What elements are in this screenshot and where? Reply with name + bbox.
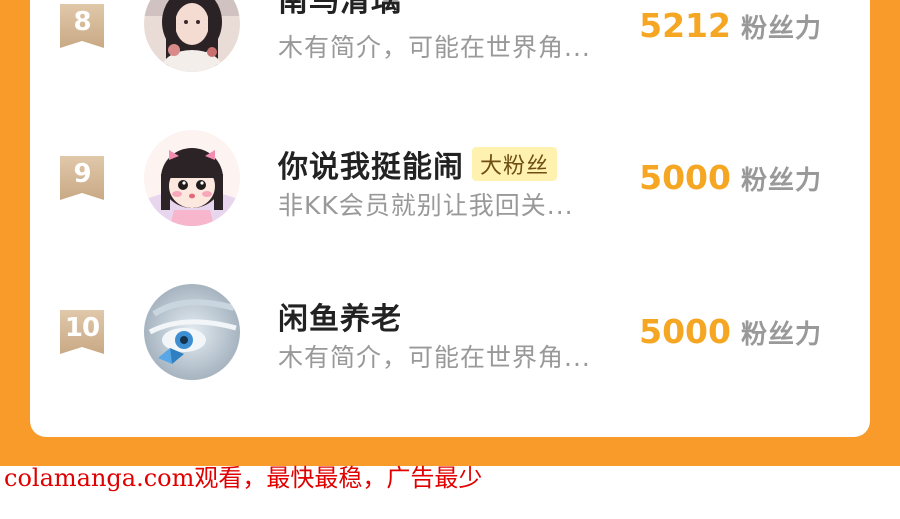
user-bio: 非KK会员就别让我回关... bbox=[278, 191, 574, 220]
rank-number: 10 bbox=[64, 313, 100, 343]
score-number: 5212 bbox=[639, 6, 731, 45]
rank-number: 8 bbox=[73, 7, 91, 37]
big-fan-badge: 大粉丝 bbox=[472, 147, 558, 181]
user-name[interactable]: 你说我挺能闹 大粉丝 bbox=[278, 142, 558, 186]
user-bio: 木有简介，可能在世界角... bbox=[278, 33, 591, 62]
ranking-row[interactable]: 8 南鸟清璃 木有简介，可能在世界角... 5212 粉丝力 bbox=[30, 0, 870, 86]
avatar[interactable] bbox=[144, 130, 240, 226]
fan-score: 5000 粉丝力 bbox=[639, 158, 822, 197]
score-unit: 粉丝力 bbox=[740, 14, 822, 44]
rank-number: 9 bbox=[73, 159, 91, 189]
score-unit: 粉丝力 bbox=[740, 166, 822, 196]
avatar-blue-eye-icon bbox=[144, 284, 240, 380]
fan-score: 5000 粉丝力 bbox=[639, 312, 822, 351]
ranking-row[interactable]: 9 你说我挺能闹 大粉丝 非KK会员就别让我回关... 5000 粉丝力 bbox=[30, 118, 870, 238]
user-name[interactable]: 闲鱼养老 bbox=[278, 294, 402, 338]
score-unit: 粉丝力 bbox=[740, 320, 822, 350]
rank-flag: 10 bbox=[60, 310, 104, 354]
rank-flag: 8 bbox=[60, 4, 104, 48]
fan-ranking-card: 8 南鸟清璃 木有简介，可能在世界角... 5212 粉丝力 9 你说我挺能闹 … bbox=[30, 0, 870, 437]
fan-score: 5212 粉丝力 bbox=[639, 6, 822, 45]
user-name[interactable]: 南鸟清璃 bbox=[278, 0, 402, 20]
score-number: 5000 bbox=[639, 312, 731, 351]
ranking-row[interactable]: 10 闲鱼养老 木有简介，可能在世界角... 5000 粉丝力 bbox=[30, 272, 870, 392]
avatar-girl-dark-hair-icon bbox=[144, 0, 240, 72]
avatar-cartoon-girl-icon bbox=[144, 130, 240, 226]
avatar[interactable] bbox=[144, 284, 240, 380]
watermark-text: colamanga.com观看，最快最稳，广告最少 bbox=[4, 464, 483, 492]
user-bio: 木有简介，可能在世界角... bbox=[278, 343, 591, 372]
rank-flag: 9 bbox=[60, 156, 104, 200]
score-number: 5000 bbox=[639, 158, 731, 197]
avatar[interactable] bbox=[144, 0, 240, 72]
